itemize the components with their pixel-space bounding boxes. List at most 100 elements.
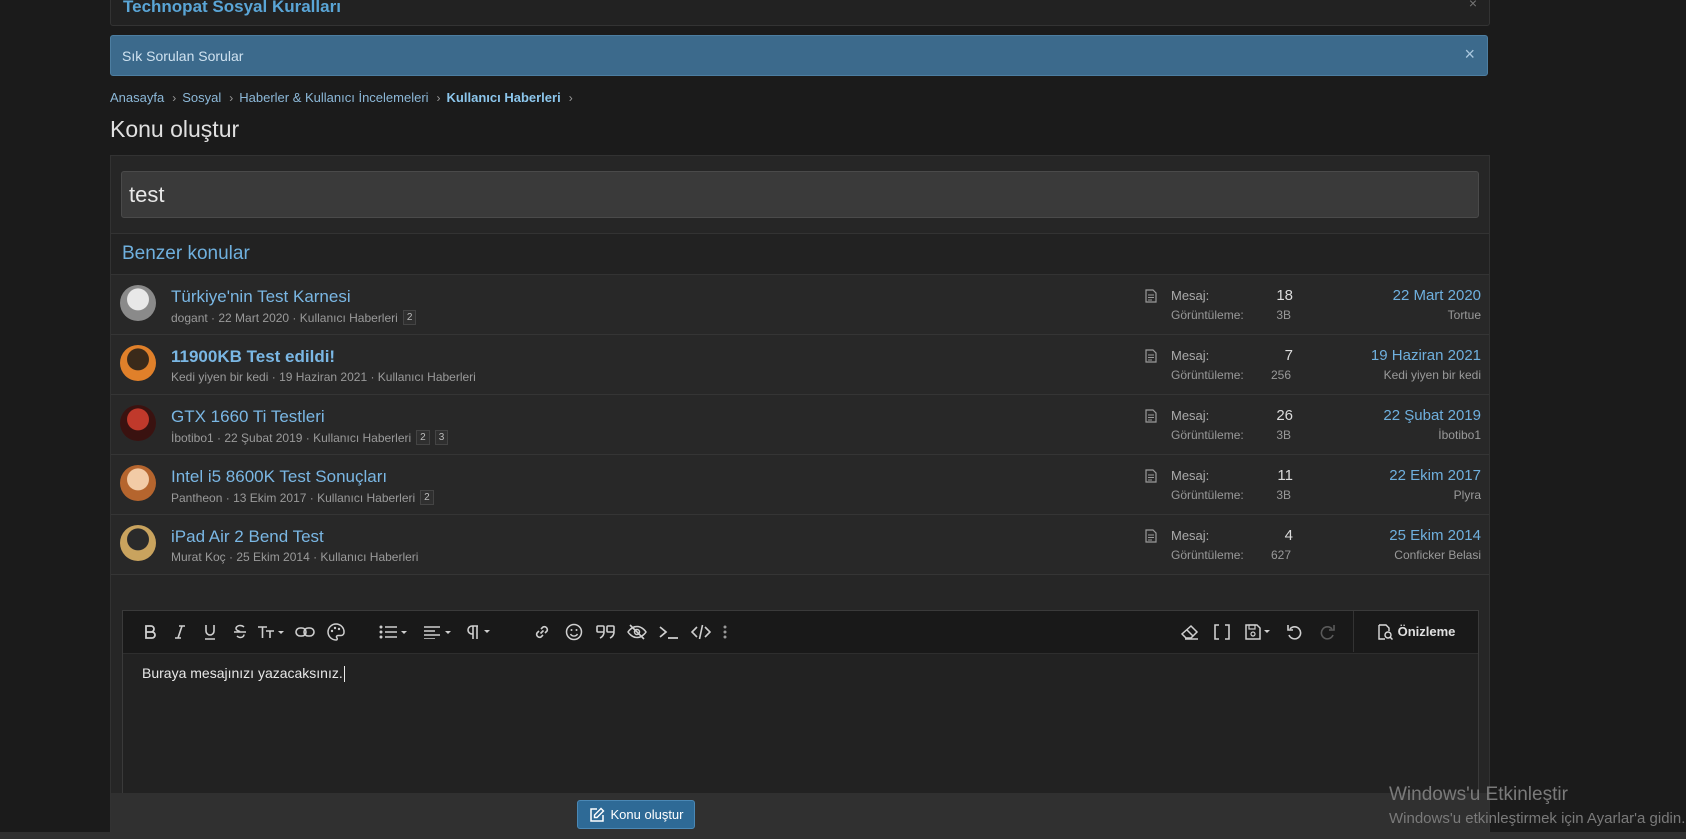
last-post-date[interactable]: 25 Ekim 2014 (1389, 527, 1481, 544)
views-label: Görüntüleme: (1171, 308, 1244, 322)
italic-icon[interactable] (171, 622, 189, 642)
thread-title-link[interactable]: iPad Air 2 Bend Test (171, 527, 324, 547)
more-icon[interactable] (720, 622, 730, 642)
edit-icon (589, 807, 604, 822)
thread-author[interactable]: Murat Koç (171, 550, 226, 564)
windows-activation-title: Windows'u Etkinleştir (1389, 784, 1568, 805)
thread-title-input[interactable] (121, 171, 1479, 218)
thread-row: iPad Air 2 Bend Test Murat Koç · 25 Ekim… (111, 515, 1489, 575)
avatar[interactable] (120, 405, 156, 441)
breadcrumb-item-kullanici-haberleri[interactable]: Kullanıcı Haberleri (447, 90, 561, 105)
thread-title-link[interactable]: Türkiye'nin Test Karnesi (171, 287, 351, 307)
last-post-date[interactable]: 22 Şubat 2019 (1383, 407, 1481, 424)
thread-row: Türkiye'nin Test Karnesi dogant · 22 Mar… (111, 275, 1489, 335)
thread-forum[interactable]: Kullanıcı Haberleri (317, 491, 415, 505)
underline-icon[interactable] (201, 622, 219, 642)
chevron-right-icon: › (229, 90, 234, 105)
last-post-user[interactable]: Plyra (1454, 488, 1481, 502)
font-size-icon[interactable] (257, 622, 287, 642)
thread-date: 22 Mart 2020 (218, 310, 290, 325)
redo-icon[interactable] (1318, 622, 1336, 642)
code-icon[interactable] (691, 622, 711, 642)
rules-notice: Technopat Sosyal Kuralları × (110, 0, 1490, 26)
similar-threads-heading: Benzer konular (111, 233, 1489, 275)
message-count: 11 (1277, 467, 1293, 484)
eraser-icon[interactable] (1181, 622, 1199, 642)
faq-notice-link[interactable]: Sık Sorulan Sorular (122, 48, 243, 64)
thread-title-link[interactable]: Intel i5 8600K Test Sonuçları (171, 467, 387, 487)
bold-icon[interactable] (141, 622, 159, 642)
page-jump-link[interactable]: 2 (402, 310, 417, 325)
thread-author[interactable]: dogant (171, 311, 208, 325)
thread-forum[interactable]: Kullanıcı Haberleri (320, 550, 418, 564)
editor-content[interactable]: Buraya mesajınızı yazacaksınız. (142, 665, 345, 683)
page-jump-link[interactable]: 2 (416, 430, 430, 445)
palette-icon[interactable] (327, 622, 345, 642)
paragraph-icon[interactable] (465, 622, 493, 642)
message-count: 4 (1284, 527, 1293, 544)
thread-date: 19 Haziran 2021 (279, 370, 368, 384)
thread-author[interactable]: Kedi yiyen bir kedi (171, 370, 268, 384)
last-post-date[interactable]: 22 Ekim 2017 (1389, 467, 1481, 484)
link-style-icon[interactable] (295, 622, 315, 642)
document-icon (1145, 349, 1157, 363)
list-icon[interactable] (379, 622, 409, 642)
thread-date: 13 Ekim 2017 (233, 490, 307, 505)
last-post-user[interactable]: İbotibo1 (1438, 428, 1481, 442)
avatar[interactable] (120, 525, 156, 561)
avatar[interactable] (120, 465, 156, 501)
breadcrumb-item-home[interactable]: Anasayfa (110, 90, 164, 105)
thread-author[interactable]: Pantheon (171, 491, 222, 505)
chevron-right-icon: › (172, 90, 177, 105)
messages-label: Mesaj: (1171, 348, 1210, 363)
last-post-user[interactable]: Conficker Belasi (1394, 548, 1481, 562)
thread-title-link[interactable]: GTX 1660 Ti Testleri (171, 407, 325, 427)
view-count: 3B (1276, 428, 1291, 442)
hide-icon[interactable] (627, 622, 647, 642)
thread-forum[interactable]: Kullanıcı Haberleri (313, 431, 411, 445)
thread-date: 25 Ekim 2014 (236, 550, 310, 564)
save-icon[interactable] (1245, 622, 1273, 642)
link-icon[interactable] (533, 622, 551, 642)
bottom-strip (0, 832, 1686, 839)
page-jump-link[interactable]: 3 (434, 430, 449, 445)
breadcrumb-item-sosyal[interactable]: Sosyal (182, 90, 221, 105)
thread-meta: İbotibo1 · 22 Şubat 2019 · Kullanıcı Hab… (171, 430, 449, 445)
view-count: 627 (1270, 548, 1291, 562)
views-label: Görüntüleme: (1171, 488, 1244, 502)
breadcrumb: Anasayfa › Sosyal › Haberler & Kullanıcı… (110, 90, 579, 105)
preview-label: Önizleme (1397, 624, 1456, 639)
similar-threads: Benzer konular Türkiye'nin Test Karnesi … (111, 233, 1489, 575)
last-post-user[interactable]: Kedi yiyen bir kedi (1384, 368, 1481, 382)
rules-notice-title[interactable]: Technopat Sosyal Kuralları (123, 0, 341, 17)
last-post-user[interactable]: Tortue (1448, 308, 1481, 322)
thread-forum[interactable]: Kullanıcı Haberleri (378, 370, 476, 384)
views-label: Görüntüleme: (1171, 428, 1244, 442)
smiley-icon[interactable] (565, 622, 583, 642)
last-post-date[interactable]: 22 Mart 2020 (1393, 287, 1481, 304)
breadcrumb-item-haberler[interactable]: Haberler & Kullanıcı İncelemeleri (239, 90, 428, 105)
document-icon (1145, 469, 1157, 483)
close-icon[interactable]: × (1469, 0, 1477, 11)
preview-button[interactable]: Önizleme (1353, 611, 1478, 652)
chevron-right-icon: › (568, 90, 573, 105)
thread-forum[interactable]: Kullanıcı Haberleri (300, 311, 398, 325)
thread-author[interactable]: İbotibo1 (171, 431, 214, 445)
brackets-icon[interactable] (1213, 622, 1231, 642)
messages-label: Mesaj: (1171, 468, 1210, 483)
messages-label: Mesaj: (1171, 528, 1210, 543)
terminal-icon[interactable] (658, 622, 680, 642)
thread-title-link[interactable]: 11900KB Test edildi! (171, 347, 335, 367)
avatar[interactable] (120, 285, 156, 321)
quote-icon[interactable] (596, 622, 616, 642)
avatar[interactable] (120, 345, 156, 381)
create-thread-button[interactable]: Konu oluştur (577, 800, 695, 829)
align-icon[interactable] (423, 622, 453, 642)
page-jump-link[interactable]: 2 (420, 490, 434, 505)
undo-icon[interactable] (1286, 622, 1304, 642)
views-label: Görüntüleme: (1171, 548, 1244, 562)
strikethrough-icon[interactable] (231, 622, 249, 642)
close-icon[interactable]: × (1464, 44, 1475, 65)
last-post-date[interactable]: 19 Haziran 2021 (1371, 347, 1481, 364)
thread-row: Intel i5 8600K Test Sonuçları Pantheon ·… (111, 455, 1489, 515)
